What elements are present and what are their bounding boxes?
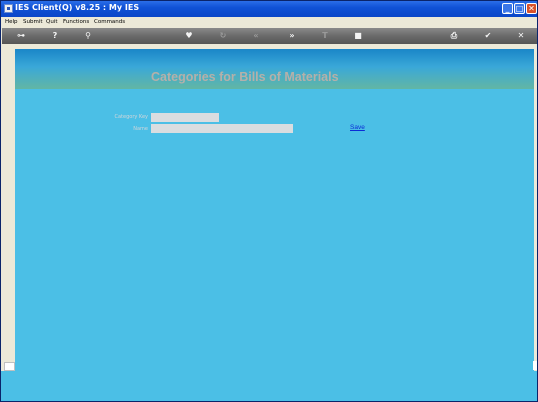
minimize-button[interactable]: _ (502, 3, 513, 14)
refresh-icon[interactable]: ↻ (218, 31, 228, 41)
lower-panel (1, 371, 537, 401)
toolbar: ⊶ ? ⚲ ♥ ↻ « » T ■ ⎙ ✔ ✕ (2, 28, 537, 44)
scroll-handle[interactable] (533, 361, 537, 370)
content-area: Categories for Bills of Materials Catego… (15, 49, 534, 371)
last-record-icon[interactable]: » (287, 31, 297, 41)
heart-icon[interactable]: ♥ (184, 31, 194, 41)
menu-help[interactable]: Help (5, 17, 18, 27)
help-icon[interactable]: ? (50, 31, 60, 41)
page-title: Categories for Bills of Materials (151, 70, 339, 84)
save-link[interactable]: Save (350, 124, 365, 131)
name-input[interactable] (151, 124, 293, 133)
menu-functions[interactable]: Functions (63, 17, 89, 27)
cancel-icon[interactable]: ✕ (516, 31, 526, 41)
side-tab[interactable] (4, 362, 15, 371)
left-panel-strip (2, 49, 15, 401)
name-label: Name (133, 126, 148, 132)
window-title: IES Client(Q) v8.25 : My IES (15, 3, 140, 12)
page-banner: Categories for Bills of Materials (15, 49, 534, 89)
key-icon[interactable]: ⊶ (12, 31, 30, 41)
category-key-input[interactable] (151, 113, 219, 122)
menu-quit[interactable]: Quit (46, 17, 58, 27)
first-record-icon[interactable]: « (251, 31, 261, 41)
close-button[interactable]: ✕ (526, 3, 537, 14)
title-bar[interactable]: IES Client(Q) v8.25 : My IES _ □ ✕ (1, 1, 537, 17)
menu-bar: Help Submit Quit Functions Commands (1, 17, 537, 27)
maximize-button[interactable]: □ (514, 3, 525, 14)
check-icon[interactable]: ✔ (483, 31, 493, 41)
category-key-label: Category Key (114, 114, 149, 120)
menu-commands[interactable]: Commands (94, 17, 125, 27)
text-icon[interactable]: T (320, 31, 330, 41)
stop-icon[interactable]: ■ (353, 31, 363, 41)
menu-submit[interactable]: Submit (23, 17, 43, 27)
app-window: IES Client(Q) v8.25 : My IES _ □ ✕ Help … (0, 0, 538, 402)
app-icon (4, 4, 13, 13)
search-icon[interactable]: ⚲ (83, 31, 93, 41)
printer-icon[interactable]: ⎙ (449, 31, 459, 41)
